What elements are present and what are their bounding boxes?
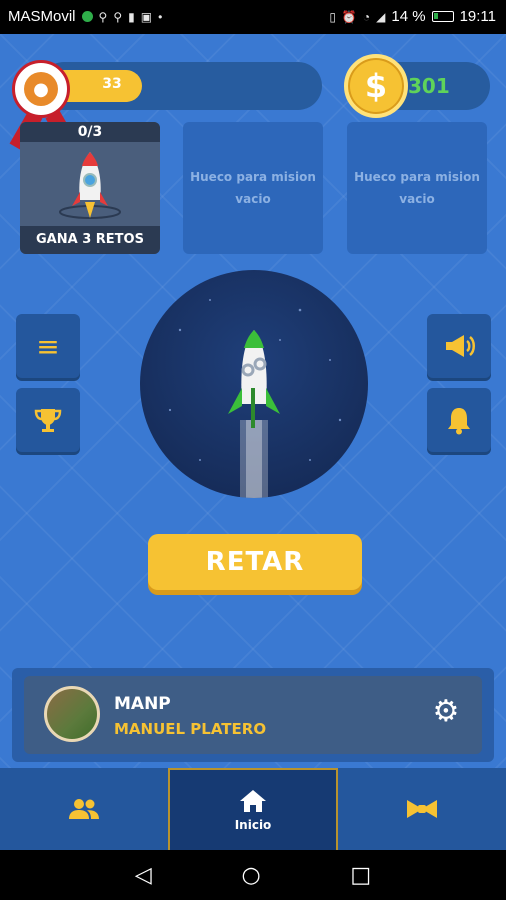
usb-icon: ⚲ — [113, 9, 123, 24]
back-icon[interactable]: ◁ — [135, 863, 152, 888]
xp-bar: 33 — [40, 62, 322, 110]
menu-icon: ≡ — [36, 329, 60, 363]
status-right: ▯ ⏰ ◔ ◢ 14 % 19:11 — [329, 8, 496, 25]
challenge-button[interactable]: RETAR — [148, 534, 362, 590]
rocket-icon — [168, 299, 342, 498]
image-icon: ▣ — [140, 9, 153, 24]
wifi-icon: ◔ — [362, 9, 371, 24]
status-left: MASMovil ⚲ ⚲ ▮ ▣ • — [8, 8, 162, 25]
whatsapp-icon — [81, 11, 93, 22]
xp-value: 33 — [102, 76, 122, 92]
avatar[interactable] — [44, 686, 100, 742]
battery-percent: 14 % — [391, 8, 426, 25]
bottom-nav: Inicio — [0, 768, 506, 850]
nav-bowtie[interactable] — [338, 768, 506, 850]
bowtie-icon — [407, 800, 437, 818]
carrier-name: MASMovil — [8, 8, 76, 25]
android-nav-bar: ◁ ○ □ — [0, 850, 506, 900]
bell-icon — [448, 408, 470, 435]
usb-icon: ⚲ — [98, 9, 108, 24]
megaphone-icon — [446, 335, 475, 357]
profile-full-name: MANUEL PLATERO — [114, 720, 267, 738]
clock: 19:11 — [459, 8, 496, 25]
recents-icon[interactable]: □ — [350, 863, 371, 888]
mission-slot-empty: Hueco para mision vacio — [347, 122, 487, 254]
nav-home[interactable]: Inicio — [168, 768, 338, 850]
signal-icon: ◢ — [376, 9, 386, 24]
rocket-launch-view — [140, 270, 368, 498]
menu-button[interactable]: ≡ — [16, 314, 80, 378]
friends-icon — [69, 799, 99, 819]
notifications-button[interactable] — [427, 388, 491, 452]
gear-icon[interactable]: ⚙ — [428, 694, 464, 730]
medal-icon[interactable]: ● — [12, 60, 70, 118]
home-icon — [240, 790, 266, 812]
battery-icon — [431, 11, 454, 22]
sound-button[interactable] — [427, 314, 491, 378]
mission-label: GANA 3 RETOS — [20, 226, 160, 254]
mission-slot-empty: Hueco para mision vacio — [183, 122, 323, 254]
nav-home-label: Inicio — [234, 818, 272, 832]
vibrate-icon: ▯ — [329, 9, 336, 24]
home-circle-icon[interactable]: ○ — [241, 863, 260, 888]
battery-saver-icon: ▮ — [128, 9, 135, 24]
more-dots-icon: • — [158, 9, 163, 24]
status-bar: MASMovil ⚲ ⚲ ▮ ▣ • ▯ ⏰ ◔ ◢ 14 % 19:11 — [0, 0, 506, 34]
nav-friends[interactable] — [0, 768, 168, 850]
trophy-icon — [34, 409, 62, 432]
mission-slot-label: Hueco para mision vacio — [354, 170, 480, 206]
coin-value: 301 — [408, 74, 450, 98]
profile-nickname: MANP — [114, 694, 171, 714]
level-emblem: ● — [24, 72, 58, 106]
mission-slot-label: Hueco para mision vacio — [190, 170, 316, 206]
coin-icon: $ — [344, 54, 408, 118]
mission-card-active[interactable]: 0/3 GANA 3 RETOS — [20, 122, 160, 254]
home-screen: 33 ● 301 $ 0/3 GANA 3 RETOS Hueco para m… — [0, 34, 506, 850]
alarm-icon: ⏰ — [341, 9, 357, 24]
trophy-button[interactable] — [16, 388, 80, 452]
